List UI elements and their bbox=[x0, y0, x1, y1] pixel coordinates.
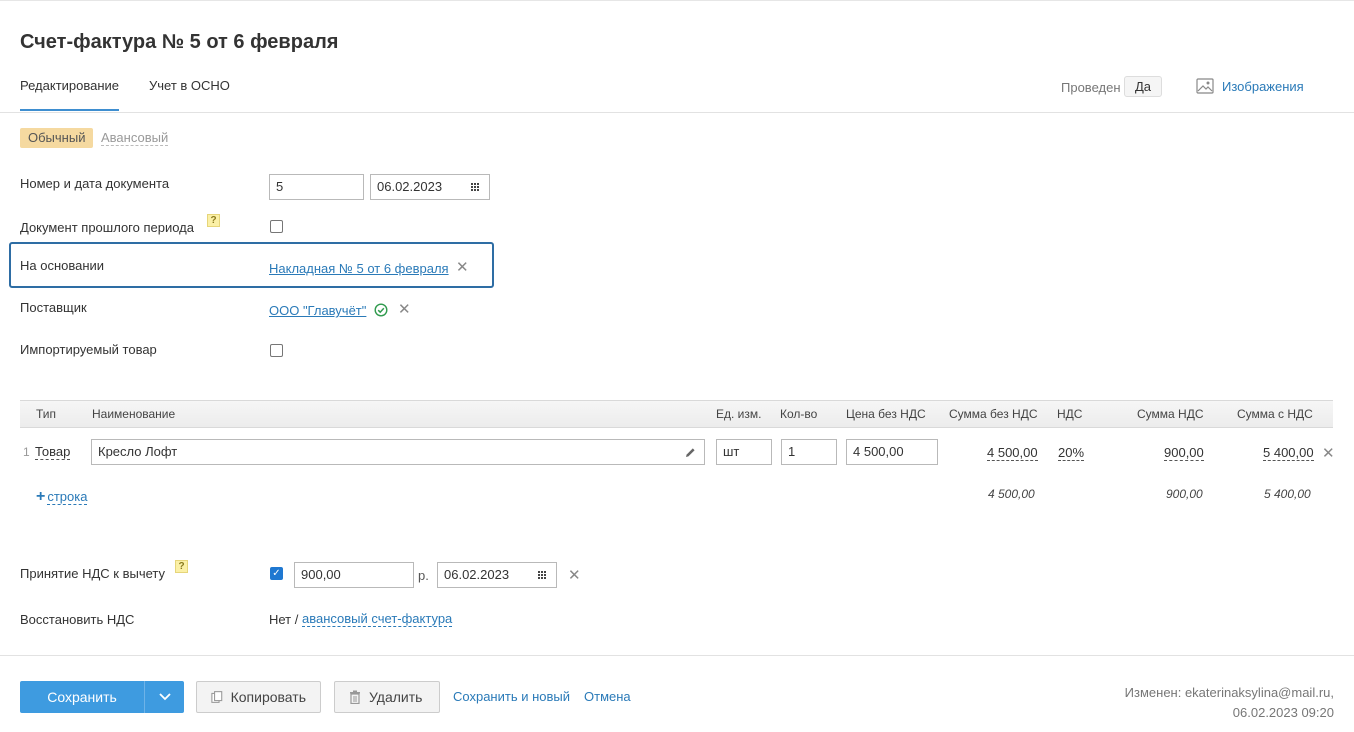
chevron-down-icon[interactable] bbox=[145, 690, 184, 704]
basis-remove-icon[interactable]: ✕ bbox=[456, 258, 469, 276]
vat-deduction-checkbox[interactable]: ✓ bbox=[270, 567, 283, 580]
modified-by: Изменен: ekaterinaksylina@mail.ru, bbox=[1124, 685, 1334, 700]
copy-icon bbox=[211, 691, 223, 703]
restore-vat-label: Восстановить НДС bbox=[20, 612, 135, 627]
footer-divider bbox=[0, 655, 1354, 656]
number-date-label: Номер и дата документа bbox=[20, 176, 170, 191]
row-remove-icon[interactable]: ✕ bbox=[1322, 444, 1335, 462]
doc-number-input[interactable]: 5 bbox=[269, 174, 364, 200]
col-sum-no-vat: Сумма без НДС bbox=[949, 407, 1038, 421]
doc-date-input[interactable]: 06.02.2023 bbox=[370, 174, 490, 200]
vat-amount-input[interactable]: 900,00 bbox=[294, 562, 414, 588]
col-name: Наименование bbox=[92, 407, 176, 421]
vat-date-input[interactable]: 06.02.2023 bbox=[437, 562, 557, 588]
row-price-input[interactable]: 4 500,00 bbox=[846, 439, 938, 465]
imported-checkbox[interactable] bbox=[270, 344, 283, 357]
calendar-icon[interactable] bbox=[538, 571, 548, 579]
col-vat: НДС bbox=[1057, 407, 1083, 421]
images-link-label: Изображения bbox=[1222, 78, 1304, 94]
help-icon[interactable]: ? bbox=[207, 214, 220, 227]
images-link[interactable]: Изображения bbox=[1196, 78, 1304, 94]
modified-info: Изменен: ekaterinaksylina@mail.ru, 06.02… bbox=[1125, 683, 1334, 723]
vat-remove-icon[interactable]: ✕ bbox=[568, 566, 581, 584]
delete-button-label: Удалить bbox=[369, 689, 423, 705]
supplier-link[interactable]: ООО "Главучёт" bbox=[269, 303, 366, 318]
row-qty-input[interactable]: 1 bbox=[781, 439, 837, 465]
basis-link[interactable]: Накладная № 5 от 6 февраля bbox=[269, 261, 449, 276]
basis-label: На основании bbox=[20, 258, 105, 273]
total-sum-with-vat: 5 400,00 bbox=[1264, 487, 1311, 501]
col-type: Тип bbox=[36, 407, 57, 421]
row-name-input[interactable]: Кресло Лофт bbox=[91, 439, 705, 465]
copy-button-label: Копировать bbox=[230, 689, 306, 705]
save-button-label: Сохранить bbox=[47, 689, 117, 705]
row-name-value: Кресло Лофт bbox=[98, 444, 178, 459]
modified-date: 06.02.2023 09:20 bbox=[1232, 705, 1334, 720]
tab-osno[interactable]: Учет в ОСНО bbox=[149, 78, 230, 93]
vat-date-value: 06.02.2023 bbox=[444, 567, 510, 582]
save-and-new-link[interactable]: Сохранить и новый bbox=[453, 689, 570, 704]
row-sum-with-vat[interactable]: 5 400,00 bbox=[1263, 446, 1314, 461]
restore-vat-value: Нет / bbox=[269, 612, 299, 627]
row-vat-rate[interactable]: 20% bbox=[1058, 446, 1085, 461]
top-divider bbox=[0, 0, 1354, 1]
prev-period-label: Документ прошлого периода bbox=[20, 220, 194, 235]
row-sum-no-vat[interactable]: 4 500,00 bbox=[987, 446, 1038, 461]
image-icon bbox=[1196, 78, 1214, 94]
vat-deduction-label: Принятие НДС к вычету bbox=[20, 566, 166, 581]
advance-invoice-link[interactable]: авансовый счет-фактура bbox=[302, 612, 453, 627]
copy-button[interactable]: Копировать bbox=[196, 681, 321, 713]
row-number: 1 bbox=[23, 445, 30, 459]
cancel-link[interactable]: Отмена bbox=[584, 689, 631, 704]
trash-icon bbox=[350, 690, 360, 704]
imported-label: Импортируемый товар bbox=[20, 342, 157, 357]
col-price: Цена без НДС bbox=[846, 407, 926, 421]
type-advance[interactable]: Авансовый bbox=[101, 131, 169, 146]
currency-label: р. bbox=[418, 568, 429, 583]
add-row-label: строка bbox=[47, 488, 88, 505]
supplier-label: Поставщик bbox=[20, 300, 87, 315]
col-qty: Кол-во bbox=[780, 407, 818, 421]
active-tab-indicator bbox=[20, 109, 119, 111]
posted-label: Проведен bbox=[1061, 80, 1121, 95]
tab-editing[interactable]: Редактирование bbox=[20, 78, 119, 93]
page-title: Счет-фактура № 5 от 6 февраля bbox=[20, 31, 339, 53]
doc-date-value: 06.02.2023 bbox=[377, 179, 443, 194]
total-vat-sum: 900,00 bbox=[1166, 487, 1203, 501]
type-regular[interactable]: Обычный bbox=[20, 128, 94, 148]
add-row-button[interactable]: + строка bbox=[36, 488, 88, 506]
plus-icon: + bbox=[36, 488, 46, 505]
header-divider bbox=[0, 112, 1354, 113]
row-vat-sum[interactable]: 900,00 bbox=[1164, 446, 1204, 461]
posted-toggle[interactable]: Да bbox=[1124, 76, 1162, 97]
verified-check-icon bbox=[374, 303, 388, 317]
col-vat-sum: Сумма НДС bbox=[1137, 407, 1204, 421]
supplier-remove-icon[interactable]: ✕ bbox=[398, 300, 411, 318]
row-unit-input[interactable]: шт bbox=[716, 439, 772, 465]
row-type[interactable]: Товар bbox=[35, 445, 71, 460]
save-button[interactable]: Сохранить bbox=[20, 681, 184, 713]
help-icon[interactable]: ? bbox=[175, 560, 188, 573]
col-unit: Ед. изм. bbox=[716, 407, 762, 421]
pencil-icon[interactable] bbox=[685, 447, 696, 458]
calendar-icon[interactable] bbox=[471, 183, 481, 191]
total-sum-no-vat: 4 500,00 bbox=[988, 487, 1035, 501]
prev-period-checkbox[interactable] bbox=[270, 220, 283, 233]
col-sum-with-vat: Сумма с НДС bbox=[1237, 407, 1313, 421]
delete-button[interactable]: Удалить bbox=[334, 681, 440, 713]
